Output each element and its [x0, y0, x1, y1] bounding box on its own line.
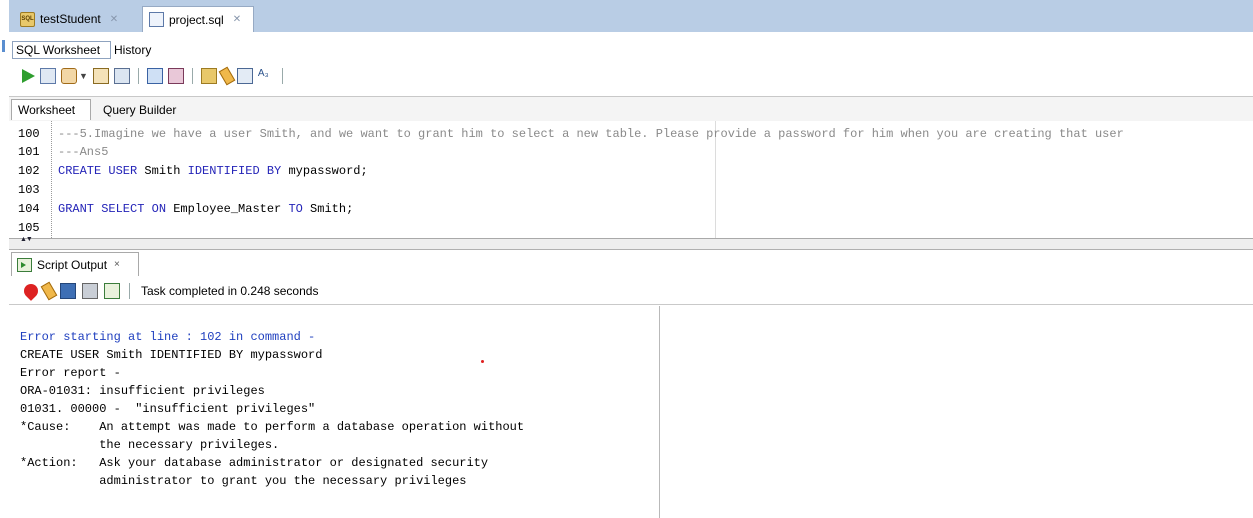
line-number-gutter: 100 101 102 103 104 105 — [9, 121, 55, 238]
code-line: CREATE USER Smith IDENTIFIED BY mypasswo… — [58, 162, 368, 181]
toolbar-divider — [129, 282, 130, 299]
database-connection-icon: SQL — [20, 11, 35, 27]
tab-project-sql[interactable]: project.sql ✕ — [142, 6, 254, 32]
tab-teststudent[interactable]: SQL testStudent ✕ — [14, 6, 138, 32]
splitter-arrows-icon[interactable]: ▲▼ — [20, 236, 33, 243]
cursor-marker — [481, 360, 484, 363]
line-number: 101 — [18, 145, 40, 159]
line-number: 102 — [18, 164, 40, 178]
toolbar-divider — [191, 68, 193, 84]
dock-indicator — [2, 40, 5, 52]
tab-worksheet[interactable]: Worksheet — [11, 99, 91, 120]
commit-icon[interactable] — [61, 68, 77, 84]
output-line: Error report - — [20, 366, 121, 380]
output-line: Error starting at line : 102 in command … — [20, 330, 316, 344]
sql-keyword: GRANT SELECT ON — [58, 202, 167, 216]
chevron-down-icon[interactable]: ▼ — [79, 71, 88, 81]
script-output-icon — [17, 257, 32, 272]
close-icon[interactable]: × — [114, 259, 120, 270]
sql-text: Smith — [137, 164, 188, 178]
tab-label: Script Output — [37, 257, 108, 272]
script-output-area[interactable]: Error starting at line : 102 in command … — [9, 306, 660, 518]
output-line: *Action: Ask your database administrator… — [20, 456, 489, 470]
clear-eraser-icon[interactable] — [40, 281, 58, 300]
sql-code-editor[interactable]: 100 101 102 103 104 105 ---5.Imagine we … — [9, 121, 1253, 238]
output-line: the necessary privileges. — [20, 438, 280, 452]
clear-eraser-icon[interactable] — [218, 66, 236, 86]
pin-icon[interactable] — [21, 280, 41, 301]
output-line: CREATE USER Smith IDENTIFIED BY mypasswo… — [20, 348, 323, 362]
sql-text: Employee_Master — [166, 202, 289, 216]
close-icon[interactable]: ✕ — [110, 14, 118, 25]
autotrace-icon[interactable] — [113, 68, 130, 84]
run-script-icon[interactable] — [40, 68, 56, 84]
tab-script-output[interactable]: Script Output × — [11, 252, 139, 276]
panel-splitter[interactable] — [9, 238, 1253, 250]
output-tab-bar: Script Output × — [9, 250, 1253, 276]
close-icon[interactable]: ✕ — [233, 14, 241, 25]
sql-keyword: IDENTIFIED BY — [187, 164, 282, 178]
output-line: administrator to grant you the necessary… — [20, 474, 467, 488]
run-statement-icon[interactable] — [22, 69, 35, 83]
unshared-sql-icon[interactable] — [200, 68, 217, 84]
sql-text: mypassword; — [281, 164, 368, 178]
status-text: Task completed in 0.248 seconds — [141, 283, 319, 298]
sql-keyword: TO — [288, 202, 303, 216]
tab-label: testStudent — [40, 12, 101, 26]
tab-label: project.sql — [169, 12, 224, 27]
output-line: 01031. 00000 - "insufficient privileges" — [20, 402, 316, 416]
tab-query-builder[interactable]: Query Builder — [97, 99, 187, 120]
history-icon[interactable] — [236, 68, 253, 84]
code-line: ---Ans5 — [58, 145, 109, 159]
sql-keyword: CREATE USER — [58, 164, 138, 178]
worksheet-mode-tabs: SQL Worksheet History — [9, 38, 1253, 60]
line-number: 100 — [18, 127, 40, 141]
sql-file-icon — [149, 12, 164, 27]
save-icon[interactable] — [60, 282, 76, 299]
output-toolbar: Task completed in 0.248 seconds — [9, 277, 1253, 305]
rollback-icon[interactable] — [167, 68, 184, 84]
open-in-editor-icon[interactable] — [104, 282, 120, 299]
format-case-icon[interactable]: A₃ — [258, 68, 274, 84]
output-line: *Cause: An attempt was made to perform a… — [20, 420, 525, 434]
sql-text: Smith; — [302, 202, 354, 216]
worksheet-toolbar: ▼ A₃ — [9, 62, 1253, 90]
code-line: ---5.Imagine we have a user Smith, and w… — [58, 127, 1124, 141]
tab-history[interactable]: History — [111, 41, 159, 59]
toolbar-divider — [281, 68, 283, 84]
line-number: 103 — [18, 183, 40, 197]
line-number: 104 — [18, 202, 40, 216]
tab-sql-worksheet[interactable]: SQL Worksheet — [12, 41, 111, 59]
editor-tab-bar: Worksheet Query Builder — [9, 96, 1253, 122]
code-line: GRANT SELECT ON Employee_Master TO Smith… — [58, 200, 353, 219]
toolbar-divider — [137, 68, 139, 84]
document-tab-bar: SQL testStudent ✕ project.sql ✕ — [9, 0, 1253, 32]
explain-plan-icon[interactable] — [92, 68, 109, 84]
output-line: ORA-01031: insufficient privileges — [20, 384, 265, 398]
sql-tuning-icon[interactable] — [146, 68, 163, 84]
left-dock-strip — [0, 0, 9, 518]
print-icon[interactable] — [82, 282, 98, 299]
gutter-divider — [51, 121, 52, 238]
